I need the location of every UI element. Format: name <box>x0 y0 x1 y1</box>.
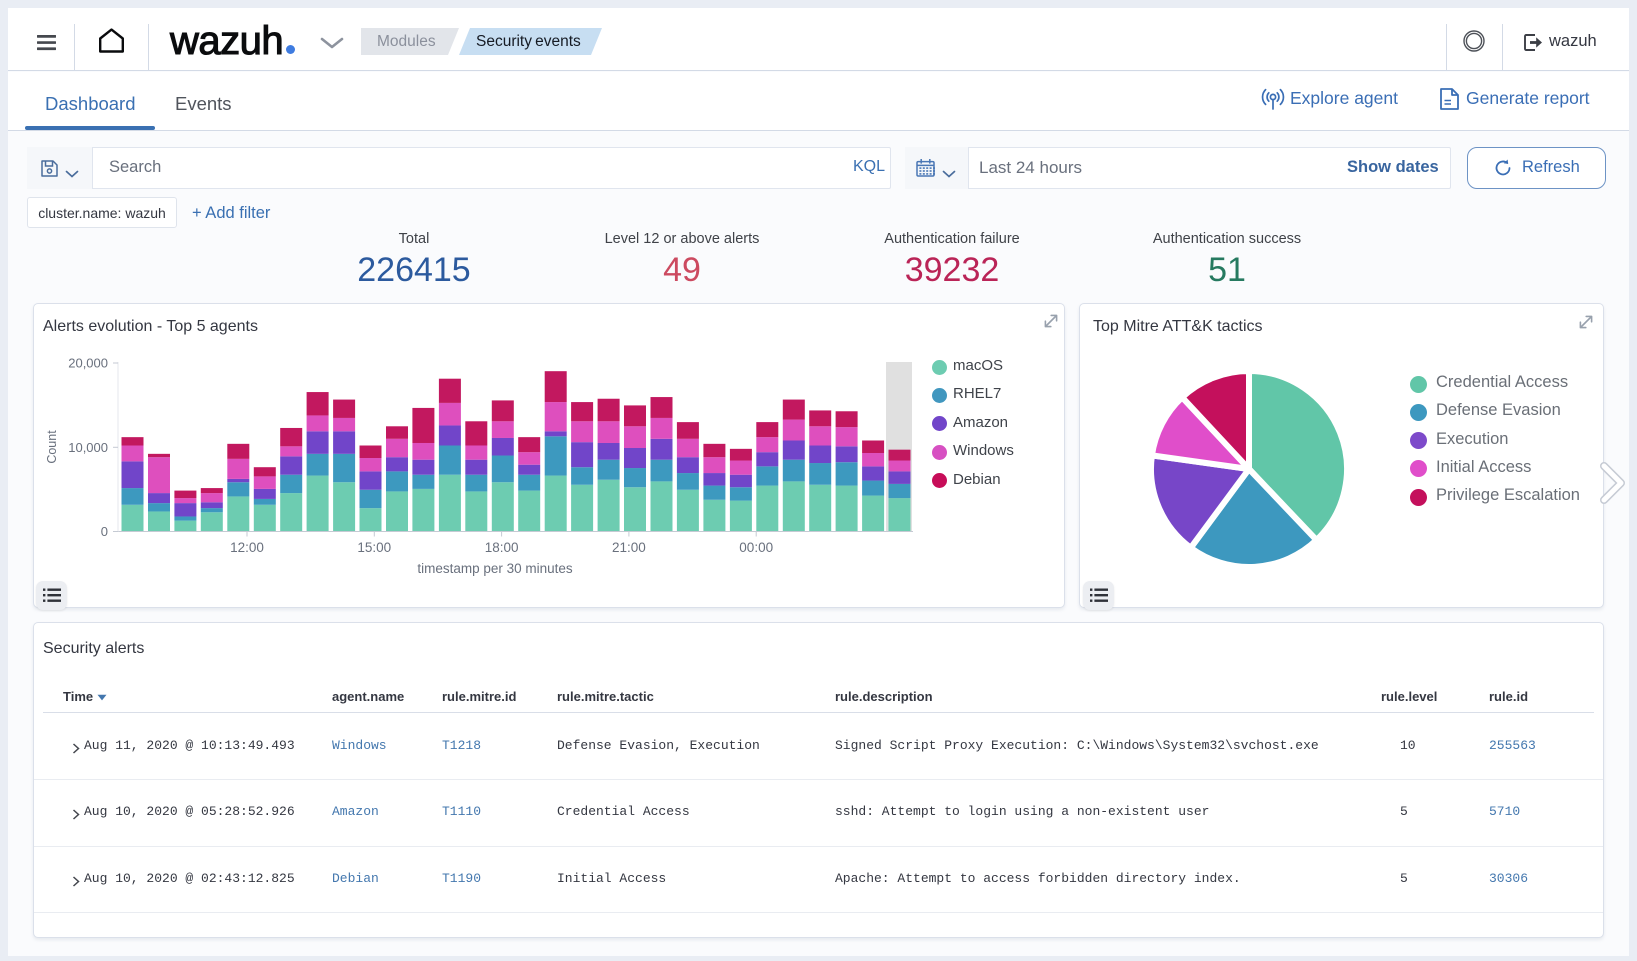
svg-text:20,000: 20,000 <box>68 356 108 371</box>
svg-text:timestamp per 30 minutes: timestamp per 30 minutes <box>417 561 573 576</box>
svg-text:10,000: 10,000 <box>68 440 108 455</box>
svg-text:Count: Count <box>45 430 59 464</box>
svg-text:0: 0 <box>101 524 108 539</box>
svg-text:00:00: 00:00 <box>739 540 773 555</box>
svg-text:15:00: 15:00 <box>357 540 391 555</box>
svg-text:12:00: 12:00 <box>230 540 264 555</box>
svg-text:21:00: 21:00 <box>612 540 646 555</box>
svg-text:18:00: 18:00 <box>485 540 519 555</box>
